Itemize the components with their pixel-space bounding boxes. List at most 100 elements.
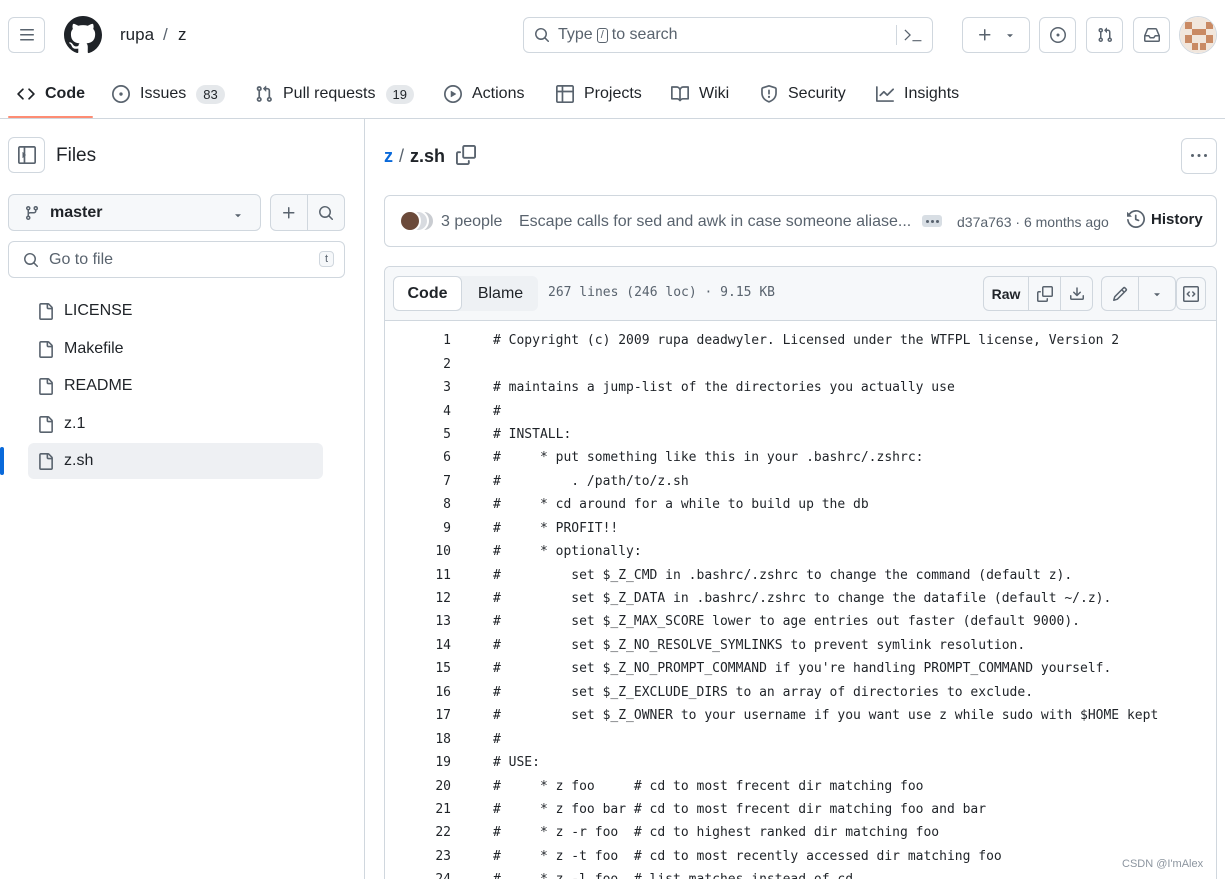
tab-security-label: Security: [788, 85, 846, 102]
files-title: Files: [56, 145, 97, 166]
line-number[interactable]: 22: [385, 825, 451, 840]
search-icon: [24, 252, 39, 267]
line-content: # USE:: [493, 755, 540, 771]
line-number[interactable]: 19: [385, 755, 451, 770]
go-to-file-placeholder: Go to file: [49, 250, 114, 268]
command-palette-icon[interactable]: [904, 26, 922, 44]
path-repo-link[interactable]: z: [384, 146, 393, 167]
symbols-panel-button[interactable]: [1176, 277, 1206, 310]
line-number[interactable]: 3: [385, 380, 451, 395]
branch-selector[interactable]: master: [8, 194, 261, 231]
line-number[interactable]: 20: [385, 779, 451, 794]
history-label: History: [1151, 210, 1203, 228]
file-tree-item-readme[interactable]: README: [28, 368, 323, 404]
line-content: # * z -t foo # cd to most recently acces…: [493, 848, 1002, 864]
line-number[interactable]: 16: [385, 685, 451, 700]
issue-opened-icon: [1049, 27, 1066, 43]
commit-sha-time[interactable]: d37a763 · 6 months ago: [957, 214, 1109, 230]
code-view-button[interactable]: Code: [393, 276, 462, 311]
line-number[interactable]: 14: [385, 638, 451, 653]
file-tree-item-zsh[interactable]: z.sh: [28, 443, 323, 479]
line-number[interactable]: 23: [385, 849, 451, 864]
breadcrumb-repo[interactable]: z: [178, 25, 187, 45]
pencil-icon: [1112, 286, 1128, 301]
go-to-file-input[interactable]: Go to file t: [8, 241, 345, 278]
more-options-button[interactable]: [1181, 138, 1217, 174]
tab-insights[interactable]: Insights: [876, 70, 959, 118]
line-number[interactable]: 11: [385, 568, 451, 583]
line-content: # maintains a jump-list of the directori…: [493, 380, 955, 396]
file-name: z.sh: [64, 452, 94, 469]
line-number[interactable]: 9: [385, 521, 451, 536]
tab-pull-requests[interactable]: Pull requests 19: [255, 70, 414, 118]
line-number[interactable]: 13: [385, 614, 451, 629]
play-icon: [444, 85, 462, 103]
line-number[interactable]: 15: [385, 661, 451, 676]
line-number[interactable]: 21: [385, 802, 451, 817]
edit-actions-group: [1101, 276, 1176, 311]
copy-raw-button[interactable]: [1028, 277, 1060, 310]
file-tree-item-z1[interactable]: z.1: [28, 406, 323, 442]
github-logo-icon[interactable]: [64, 16, 102, 54]
line-content: # Copyright (c) 2009 rupa deadwyler. Lic…: [493, 333, 1120, 349]
notifications-button[interactable]: [1133, 17, 1170, 53]
search-input[interactable]: Type / to search: [523, 17, 933, 53]
line-number[interactable]: 6: [385, 450, 451, 465]
tab-projects[interactable]: Projects: [556, 70, 642, 118]
line-number[interactable]: 8: [385, 497, 451, 512]
line-number[interactable]: 2: [385, 357, 451, 372]
search-icon: [535, 28, 550, 43]
collapse-sidebar-button[interactable]: [8, 137, 45, 173]
create-new-button[interactable]: [962, 17, 1030, 53]
your-pull-requests-button[interactable]: [1086, 17, 1123, 53]
breadcrumb-owner[interactable]: rupa: [120, 25, 154, 45]
contributor-avatars[interactable]: [399, 210, 439, 234]
your-issues-button[interactable]: [1039, 17, 1076, 53]
user-avatar[interactable]: [1179, 16, 1217, 54]
tab-security[interactable]: Security: [760, 70, 846, 118]
line-number[interactable]: 7: [385, 474, 451, 489]
menu-button[interactable]: [8, 17, 45, 53]
tab-wiki[interactable]: Wiki: [671, 70, 729, 118]
line-content: # * PROFIT!!: [493, 520, 619, 536]
commit-message[interactable]: Escape calls for sed and awk in case som…: [519, 213, 911, 231]
line-content: # * put something like this in your .bas…: [493, 450, 924, 466]
expand-commit-button[interactable]: [922, 215, 942, 227]
edit-options-dropdown[interactable]: [1138, 277, 1175, 310]
line-number[interactable]: 24: [385, 872, 451, 879]
add-file-button[interactable]: [271, 195, 307, 230]
search-files-button[interactable]: [307, 195, 344, 230]
blame-view-button[interactable]: Blame: [463, 276, 538, 311]
line-number[interactable]: 17: [385, 708, 451, 723]
download-raw-button[interactable]: [1060, 277, 1092, 310]
contributor-avatar: [399, 210, 421, 232]
history-button[interactable]: History: [1127, 210, 1203, 228]
code-line: 16 # set $_Z_EXCLUDE_DIRS to an array of …: [385, 681, 1216, 704]
file-tree-item-makefile[interactable]: Makefile: [28, 331, 323, 367]
line-number[interactable]: 5: [385, 427, 451, 442]
line-number[interactable]: 12: [385, 591, 451, 606]
pull-requests-counter: 19: [385, 84, 414, 104]
copy-icon: [456, 145, 476, 165]
edit-file-button[interactable]: [1102, 277, 1138, 310]
line-number[interactable]: 10: [385, 544, 451, 559]
file-tree-item-license[interactable]: LICENSE: [28, 293, 323, 329]
line-number[interactable]: 18: [385, 732, 451, 747]
line-number[interactable]: 1: [385, 333, 451, 348]
copy-path-button[interactable]: [456, 145, 476, 165]
tab-actions[interactable]: Actions: [444, 70, 524, 118]
tab-issues[interactable]: Issues 83: [112, 70, 225, 118]
caret-down-icon: [1154, 292, 1160, 296]
line-content: # set $_Z_NO_PROMPT_COMMAND if you're ha…: [493, 661, 1112, 677]
tab-code[interactable]: Code: [17, 70, 85, 118]
view-mode-switch: Code Blame: [393, 276, 538, 311]
code-line: 7 # . /path/to/z.sh: [385, 470, 1216, 493]
file-icon: [39, 340, 53, 358]
line-number[interactable]: 4: [385, 404, 451, 419]
watermark-text: CSDN @I'mAlex: [1122, 858, 1204, 870]
contributors-count[interactable]: 3 people: [441, 213, 502, 231]
raw-button[interactable]: Raw: [984, 277, 1028, 310]
book-icon: [671, 86, 689, 102]
line-content: # * z foo bar # cd to most frecent dir m…: [493, 801, 987, 817]
code-line: 19 # USE:: [385, 751, 1216, 774]
